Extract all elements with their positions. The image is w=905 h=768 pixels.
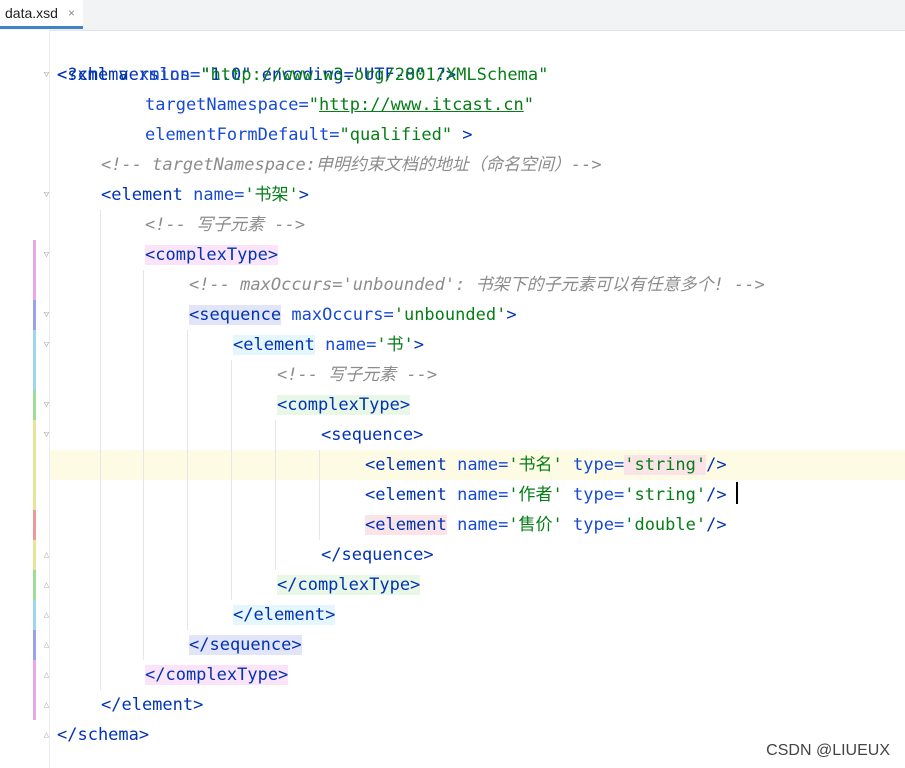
tag-open: <element — [101, 185, 183, 205]
tag-element-open: <element — [365, 515, 447, 535]
tag-element-close: </element> — [233, 605, 336, 625]
text-caret — [736, 482, 738, 504]
watermark: CSDN @LIUEUX — [766, 742, 890, 759]
attribute-name: name= — [182, 185, 245, 205]
attribute-name: name= — [446, 455, 509, 475]
code-line-4: elementFormDefault="qualified" > — [57, 120, 473, 150]
change-bar — [33, 420, 36, 510]
code-line-15: <element name='书名' type='string'/> — [57, 450, 727, 480]
attribute-value: '作者' — [508, 485, 563, 505]
namespace-link[interactable]: http://www.itcast.cn — [319, 95, 524, 115]
code-line-6: <element name='书架'> — [57, 180, 309, 210]
editor-gutter: ▽ ▽ ▽ ▽ ▽ ▽ ▽ △ △ △ △ △ △ △ — [0, 30, 50, 768]
code-line-8: <complexType> — [57, 240, 279, 270]
tag-schema-close: </schema> — [57, 725, 150, 745]
tag-element-open: <element — [365, 455, 447, 475]
tab-label: data.xsd — [5, 5, 58, 21]
code-line-19: </complexType> — [57, 570, 421, 600]
editor-tab-bar: data.xsd × — [0, 0, 905, 31]
tag-sequence-open: <sequence — [189, 305, 282, 325]
comment: <!-- 写子元素 --> — [277, 365, 438, 385]
change-bar — [33, 540, 36, 570]
tag-end: /> — [706, 455, 727, 475]
attribute-name: name= — [446, 515, 509, 535]
tag-element-open: <element — [365, 485, 447, 505]
attribute-value: 'unbounded' — [393, 305, 507, 325]
code-line-14: <sequence> — [57, 420, 423, 450]
comment: <!-- 写子元素 --> — [145, 215, 306, 235]
code-line-5: <!-- targetNamespace:申明约束文档的地址（命名空间）--> — [57, 150, 602, 180]
code-line-18: </sequence> — [57, 540, 434, 570]
tag-sequence-close: </sequence> — [189, 635, 302, 655]
change-bar — [33, 330, 36, 390]
code-line-17: <element name='售价' type='double'/> — [57, 510, 727, 540]
tag-sequence-open: <sequence> — [321, 425, 424, 445]
comment: <!-- targetNamespace:申明约束文档的地址（命名空间）--> — [101, 155, 602, 175]
attribute-value: '售价' — [508, 515, 563, 535]
code-editor[interactable]: <?xml version="1.0" encoding="UTF-8" ?> … — [50, 30, 905, 768]
attribute-name: type= — [562, 515, 625, 535]
attribute-value: 'double' — [624, 515, 707, 535]
attribute-name: name= — [446, 485, 509, 505]
code-line-13: <complexType> — [57, 390, 411, 420]
change-bar — [33, 390, 36, 420]
change-bar — [33, 630, 36, 660]
tag-complextype-open: <complexType> — [145, 245, 279, 265]
attribute-name: maxOccurs= — [281, 305, 394, 325]
tag-end: /> — [706, 515, 727, 535]
tag-element-close: </element> — [101, 695, 204, 715]
tag-end: > — [506, 305, 517, 325]
attribute-name: xmlns= — [128, 65, 201, 85]
tag-complextype-close: </complexType> — [277, 575, 421, 595]
tag-end: > — [413, 335, 425, 355]
code-line-11: <element name='书'> — [57, 330, 424, 360]
code-line-16: <element name='作者' type='string'/> — [57, 480, 727, 510]
attribute-value: '书架' — [244, 185, 299, 205]
change-bar — [33, 600, 36, 630]
code-line-20: </element> — [57, 600, 336, 630]
code-line-23: </element> — [57, 690, 203, 720]
attribute-value: ring' — [654, 455, 707, 475]
code-line-10: <sequence maxOccurs='unbounded'> — [57, 300, 517, 330]
tag-complextype-open: <complexType> — [277, 395, 411, 415]
attribute-value: '书名' — [508, 455, 563, 475]
change-bar — [33, 300, 36, 330]
tag-end: > — [298, 185, 310, 205]
change-bar — [33, 510, 36, 540]
change-bar — [33, 570, 36, 600]
code-line-2: <schema xmlns="http://www.w3.org/2001/XM… — [57, 60, 548, 90]
attribute-name: type= — [562, 485, 625, 505]
attribute-name: elementFormDefault= — [145, 125, 340, 145]
code-line-7: <!-- 写子元素 --> — [57, 210, 305, 240]
tag-end: > — [452, 125, 473, 145]
quote: " — [523, 95, 534, 115]
tag-open: <schema — [57, 65, 129, 85]
tag-element-open: <element — [233, 335, 315, 355]
attribute-name: targetNamespace= — [145, 95, 309, 115]
tag-end: /> — [706, 485, 727, 505]
close-icon[interactable]: × — [68, 6, 75, 20]
tab-data-xsd[interactable]: data.xsd × — [0, 0, 83, 29]
quote: " — [308, 95, 320, 115]
comment: <!-- maxOccurs='unbounded': 书架下的子元素可以有任意… — [189, 275, 765, 295]
attribute-name: type= — [562, 455, 625, 475]
attribute-value: "qualified" — [339, 125, 453, 145]
attribute-value: '书' — [376, 335, 414, 355]
code-line-24: </schema> — [57, 720, 149, 750]
code-line-9: <!-- maxOccurs='unbounded': 书架下的子元素可以有任意… — [57, 270, 765, 300]
attribute-value: "http://www.w3.org/2001/XMLSchema" — [200, 65, 549, 85]
code-line-21: </sequence> — [57, 630, 302, 660]
tag-complextype-close: </complexType> — [145, 665, 289, 685]
attribute-value: 'string' — [624, 485, 707, 505]
code-line-1: <?xml version="1.0" encoding="UTF-8" ?> — [57, 30, 456, 85]
attribute-value: 'st — [624, 455, 655, 475]
tag-sequence-close: </sequence> — [321, 545, 434, 565]
code-line-3: targetNamespace="http://www.itcast.cn" — [57, 90, 534, 120]
code-line-12: <!-- 写子元素 --> — [57, 360, 437, 390]
code-line-22: </complexType> — [57, 660, 289, 690]
attribute-name: name= — [314, 335, 377, 355]
